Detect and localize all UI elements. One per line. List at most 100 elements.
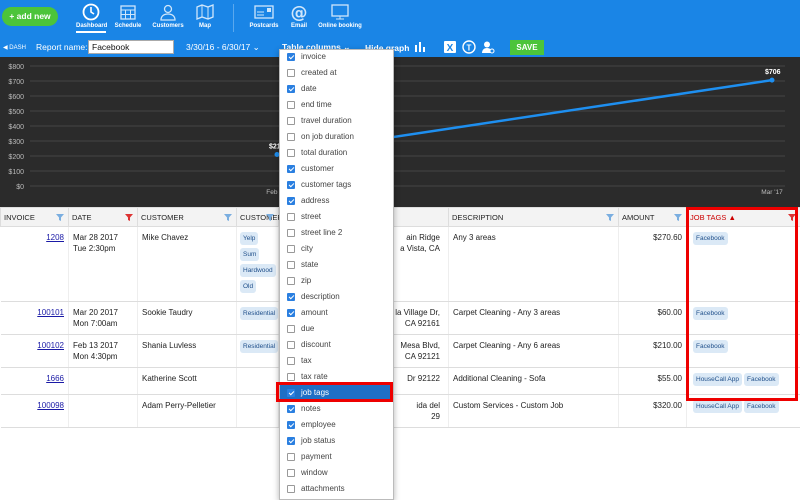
- column-option-street-line-2[interactable]: street line 2: [280, 225, 393, 241]
- column-header[interactable]: DATE: [68, 207, 138, 227]
- column-option-customer[interactable]: customer: [280, 161, 393, 177]
- column-header[interactable]: DESCRIPTION: [448, 207, 619, 227]
- column-option-due[interactable]: due: [280, 321, 393, 337]
- nav-email[interactable]: @ Email: [288, 3, 310, 29]
- column-checkbox[interactable]: [287, 85, 295, 93]
- column-option-description[interactable]: description: [280, 289, 393, 305]
- column-checkbox[interactable]: [287, 117, 295, 125]
- excel-export-icon[interactable]: X: [443, 40, 457, 54]
- column-option-end-time[interactable]: end time: [280, 97, 393, 113]
- save-button[interactable]: SAVE: [510, 40, 544, 55]
- nav-postcards[interactable]: Postcards: [248, 3, 280, 29]
- column-option-notes[interactable]: notes: [280, 401, 393, 417]
- column-option-attachments[interactable]: attachments: [280, 481, 393, 497]
- column-option-window[interactable]: window: [280, 465, 393, 481]
- invoice-link[interactable]: 100101: [0, 301, 69, 335]
- column-checkbox[interactable]: [287, 293, 295, 301]
- column-checkbox[interactable]: [287, 213, 295, 221]
- column-checkbox[interactable]: [287, 149, 295, 157]
- column-option-city[interactable]: city: [280, 241, 393, 257]
- column-filter-icon[interactable]: [56, 214, 64, 221]
- column-header[interactable]: CUSTOMER: [236, 207, 283, 227]
- column-checkbox[interactable]: [287, 229, 295, 237]
- column-option-street[interactable]: street: [280, 209, 393, 225]
- column-checkbox[interactable]: [287, 69, 295, 77]
- column-option-label: discount: [301, 340, 331, 349]
- column-option-amount[interactable]: amount: [280, 305, 393, 321]
- invoice-link[interactable]: 1666: [0, 367, 69, 395]
- column-checkbox[interactable]: [287, 165, 295, 173]
- column-option-tax[interactable]: tax: [280, 353, 393, 369]
- column-filter-icon[interactable]: [266, 214, 274, 221]
- column-checkbox[interactable]: [287, 405, 295, 413]
- table-row[interactable]: 100098 Adam Perry-Pelletier ida del 29 Custo…: [0, 394, 800, 428]
- invoice-link[interactable]: 1208: [0, 226, 69, 302]
- column-option-customer-tags[interactable]: customer tags: [280, 177, 393, 193]
- nav-schedule[interactable]: Schedule: [113, 3, 143, 29]
- column-header[interactable]: CUSTOMER: [137, 207, 237, 227]
- column-checkbox[interactable]: [287, 309, 295, 317]
- invoice-link[interactable]: 100098: [0, 394, 69, 428]
- column-checkbox[interactable]: [287, 53, 295, 61]
- date-range-dropdown[interactable]: 3/30/16 - 6/30/17 ⌄: [186, 42, 260, 53]
- table-row[interactable]: 1666 Katherine Scott Dr 92122 Additional Cl…: [0, 367, 800, 395]
- column-option-address[interactable]: address: [280, 193, 393, 209]
- column-option-job-status[interactable]: job status: [280, 433, 393, 449]
- column-option-job-tags[interactable]: job tags: [280, 385, 393, 401]
- data-point[interactable]: [769, 77, 775, 83]
- back-to-dash-link[interactable]: ◀ DASH: [3, 44, 26, 51]
- column-filter-icon[interactable]: [125, 214, 133, 221]
- column-option-travel-duration[interactable]: travel duration: [280, 113, 393, 129]
- column-option-created-at[interactable]: created at: [280, 65, 393, 81]
- report-table: INVOICE DATE CUSTOMER CUSTOMER DESCRIPTION AM…: [0, 207, 800, 428]
- nav-dashboard[interactable]: Dashboard: [76, 3, 108, 33]
- column-checkbox[interactable]: [287, 421, 295, 429]
- column-checkbox[interactable]: [287, 277, 295, 285]
- column-header[interactable]: JOB TAGS ▲: [686, 207, 800, 227]
- column-checkbox[interactable]: [287, 453, 295, 461]
- column-option-payment[interactable]: payment: [280, 449, 393, 465]
- column-option-on-job-duration[interactable]: on job duration: [280, 129, 393, 145]
- column-checkbox[interactable]: [287, 181, 295, 189]
- column-filter-icon[interactable]: [224, 214, 232, 221]
- invoice-link[interactable]: 100102: [0, 334, 69, 368]
- filter-tool-icon[interactable]: T: [462, 40, 476, 54]
- add-new-button[interactable]: + add new: [2, 7, 58, 26]
- column-checkbox[interactable]: [287, 261, 295, 269]
- table-row[interactable]: 100101 Mar 20 2017 Mon 7:00am Sookie Taudry…: [0, 301, 800, 335]
- column-checkbox[interactable]: [287, 133, 295, 141]
- column-option-invoice[interactable]: invoice: [280, 49, 393, 65]
- column-filter-icon[interactable]: [674, 214, 682, 221]
- column-option-employee[interactable]: employee: [280, 417, 393, 433]
- column-header[interactable]: INVOICE: [0, 207, 69, 227]
- column-checkbox[interactable]: [287, 373, 295, 381]
- column-option-date[interactable]: date: [280, 81, 393, 97]
- nav-customers[interactable]: Customers: [151, 3, 185, 29]
- column-option-total-duration[interactable]: total duration: [280, 145, 393, 161]
- column-checkbox[interactable]: [287, 325, 295, 333]
- column-checkbox[interactable]: [287, 357, 295, 365]
- column-checkbox[interactable]: [287, 437, 295, 445]
- column-option-state[interactable]: state: [280, 257, 393, 273]
- svg-text:X: X: [447, 43, 454, 54]
- report-name-input[interactable]: [88, 40, 174, 54]
- column-checkbox[interactable]: [287, 101, 295, 109]
- nav-map[interactable]: Map: [194, 3, 216, 29]
- column-option-discount[interactable]: discount: [280, 337, 393, 353]
- column-checkbox[interactable]: [287, 389, 295, 397]
- nav-online-booking[interactable]: Online booking: [316, 3, 364, 29]
- user-settings-icon[interactable]: [481, 40, 495, 54]
- column-checkbox[interactable]: [287, 485, 295, 493]
- column-filter-icon[interactable]: [606, 214, 614, 221]
- column-checkbox[interactable]: [287, 341, 295, 349]
- column-option-zip[interactable]: zip: [280, 273, 393, 289]
- column-filter-icon[interactable]: [788, 214, 796, 221]
- table-row[interactable]: 1208 Mar 28 2017 Tue 2:30pm Mike Chavez Yelp…: [0, 226, 800, 302]
- column-option-tax-rate[interactable]: tax rate: [280, 369, 393, 385]
- column-checkbox[interactable]: [287, 469, 295, 477]
- column-checkbox[interactable]: [287, 197, 295, 205]
- table-row[interactable]: 100102 Feb 13 2017 Mon 4:30pm Shania Luvles…: [0, 334, 800, 368]
- column-checkbox[interactable]: [287, 245, 295, 253]
- column-header[interactable]: AMOUNT: [618, 207, 687, 227]
- nav-label: Dashboard: [76, 23, 108, 29]
